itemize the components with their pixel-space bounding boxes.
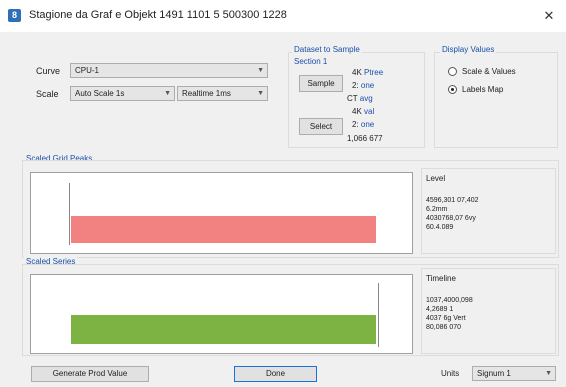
scale-right-dropdown[interactable]: Realtime 1ms ▼ xyxy=(177,86,268,101)
sample-button[interactable]: Sample xyxy=(299,75,343,92)
select-button[interactable]: Select xyxy=(299,118,343,135)
top-info-line: 4030768,07 6vy xyxy=(426,215,476,222)
dataset-item: 4K val xyxy=(352,107,375,116)
dataset-group-subtitle: Section 1 xyxy=(294,57,328,66)
window-title: Stagione da Graf e Objekt 1491 1101 5 50… xyxy=(29,9,287,21)
bottom-info-line: 1037,4000,098 xyxy=(426,297,473,304)
units-label: Units xyxy=(441,369,460,378)
done-button[interactable]: Done xyxy=(234,366,317,382)
bottom-info-line: 80,086 070 xyxy=(426,324,462,331)
chevron-down-icon: ▼ xyxy=(545,370,552,377)
top-info-line: 4596,301 07,402 xyxy=(426,197,479,204)
bottom-plot-area xyxy=(30,274,413,354)
units-dropdown[interactable]: Signum 1 ▼ xyxy=(472,366,556,381)
top-bar xyxy=(71,216,376,243)
title-bar: 8 Stagione da Graf e Objekt 1491 1101 5 … xyxy=(0,0,566,32)
dataset-item: 2: one xyxy=(352,81,375,90)
dataset-group-title: Dataset to Sample xyxy=(292,45,362,55)
scale-right-value: Realtime 1ms xyxy=(182,89,231,98)
scale-label: Scale xyxy=(36,89,59,99)
curve-label: Curve xyxy=(36,66,61,76)
top-plot-area xyxy=(30,172,413,254)
generate-button[interactable]: Generate Prod Value xyxy=(31,366,149,382)
bottom-plot-axis xyxy=(378,283,379,347)
labels-map-radio[interactable] xyxy=(448,85,457,94)
close-button[interactable]: ✕ xyxy=(532,0,566,32)
chevron-down-icon: ▼ xyxy=(257,67,264,74)
curve-dropdown-value: CPU-1 xyxy=(75,66,100,75)
top-plot-axis xyxy=(69,183,70,245)
chevron-down-icon: ▼ xyxy=(257,90,264,97)
top-info-title: Level xyxy=(426,174,446,183)
display-group-title: Display Values xyxy=(440,45,497,55)
scale-left-value: Auto Scale 1s xyxy=(75,89,125,98)
bottom-info-box: Timeline 1037,4000,098 4,2689 1 4037 6g … xyxy=(421,268,556,354)
dataset-item: 1,066 677 xyxy=(347,134,383,143)
curve-dropdown[interactable]: CPU-1 ▼ xyxy=(70,63,268,78)
units-dropdown-value: Signum 1 xyxy=(477,369,511,378)
top-info-line: 60.4.089 xyxy=(426,224,454,231)
dataset-item: 2: one xyxy=(352,120,375,129)
app-icon: 8 xyxy=(8,9,21,22)
bottom-info-title: Timeline xyxy=(426,274,456,283)
bottom-info-line: 4037 6g Vert xyxy=(426,315,466,322)
bottom-bar xyxy=(71,315,376,344)
bottom-info-line: 4,2689 1 xyxy=(426,306,454,313)
top-info-box: Level 4596,301 07,402 6.2mm 4030768,07 6… xyxy=(421,168,556,254)
scale-left-dropdown[interactable]: Auto Scale 1s ▼ xyxy=(70,86,175,101)
scale-values-radio[interactable] xyxy=(448,67,457,76)
scale-values-label: Scale & Values xyxy=(462,67,516,76)
chevron-down-icon: ▼ xyxy=(164,90,171,97)
dataset-item: CT avg xyxy=(347,94,373,103)
labels-map-label: Labels Map xyxy=(462,85,504,94)
dataset-item: 4K Ptree xyxy=(352,68,384,77)
top-info-line: 6.2mm xyxy=(426,206,448,213)
